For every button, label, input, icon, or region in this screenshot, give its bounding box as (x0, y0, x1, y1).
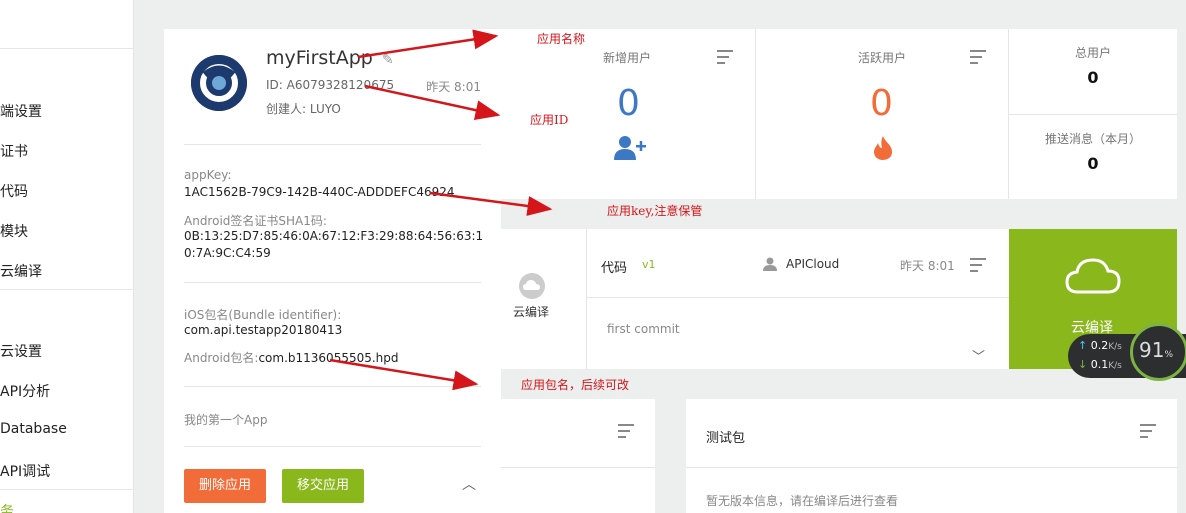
annotation-arrows (329, 29, 553, 391)
memory-usage-ring[interactable]: 91% (1130, 323, 1186, 381)
arrow-app-name (357, 29, 499, 59)
arrow-package (329, 358, 479, 391)
annotation-app-id: 应用ID (530, 113, 569, 127)
annotation-package: 应用包名，后续可改 (521, 378, 630, 392)
download-speed: ↓ 0.1K/s (1078, 358, 1122, 371)
annotation-app-name: 应用名称 (537, 32, 586, 46)
arrow-down-icon: ↓ (1078, 358, 1088, 371)
memory-usage-value: 91% (1139, 338, 1174, 362)
arrow-app-key (429, 191, 553, 216)
annotation-app-key: 应用key,注意保管 (607, 204, 703, 218)
arrow-up-icon: ↑ (1078, 339, 1088, 352)
upload-speed: ↑ 0.2K/s (1078, 339, 1122, 352)
arrow-app-id (364, 84, 501, 120)
